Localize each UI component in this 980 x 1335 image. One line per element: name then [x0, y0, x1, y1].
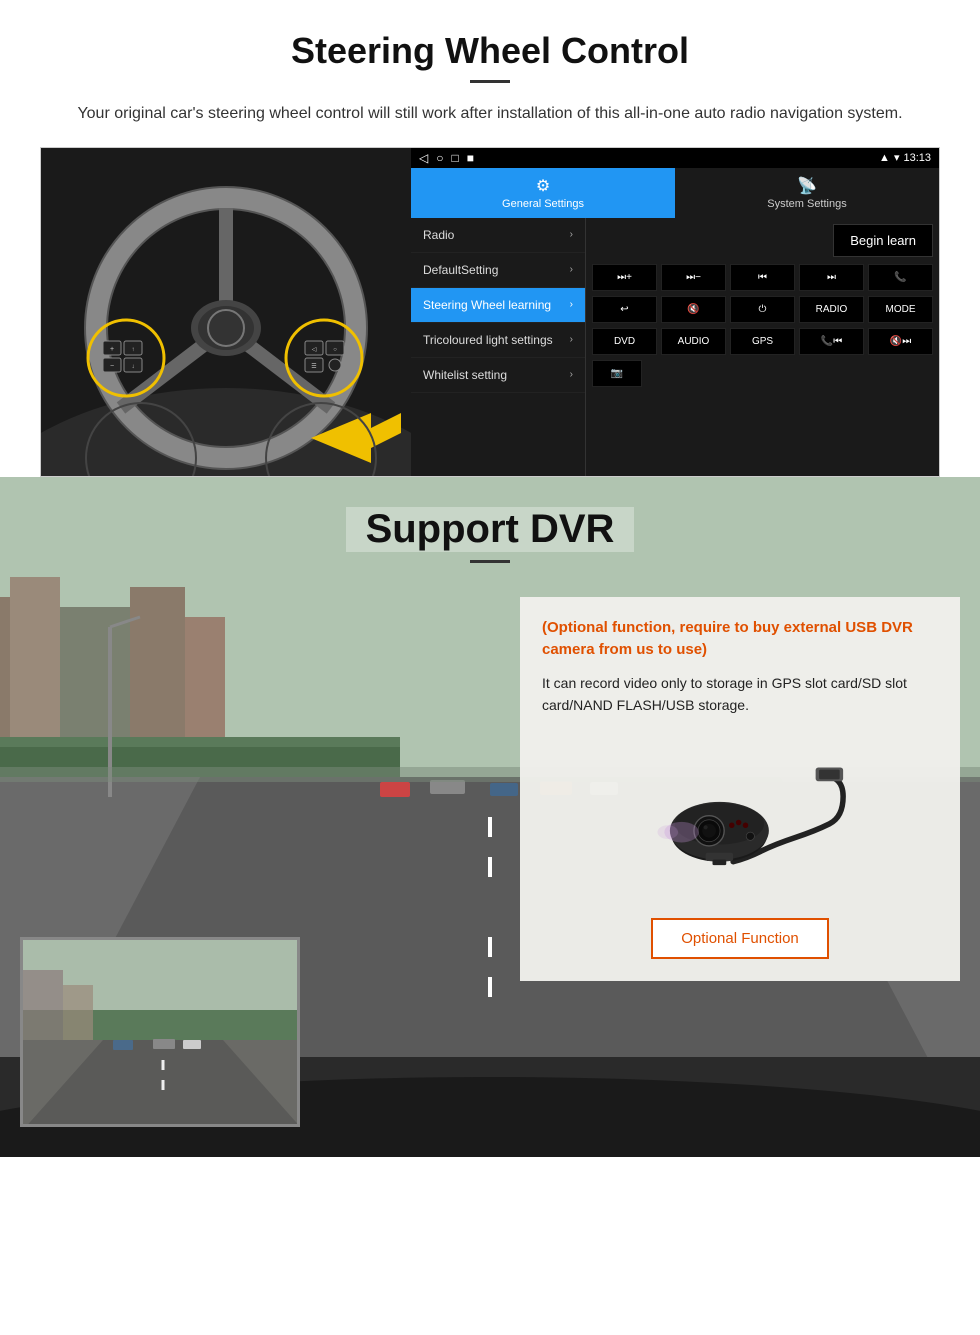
mode-btn[interactable]: MODE — [868, 296, 933, 323]
next-btn[interactable]: ⏭ — [799, 264, 864, 291]
home-icon: ○ — [436, 151, 443, 165]
dvr-title-area: Support DVR — [0, 477, 980, 573]
camera-preview — [20, 937, 300, 1127]
wifi-icon: ▾ — [894, 151, 900, 164]
nav-icons: ◁ ○ □ ■ — [419, 151, 474, 165]
menu-radio-label: Radio — [423, 228, 454, 242]
menu-item-steering-learning[interactable]: Steering Wheel learning › — [411, 288, 585, 323]
system-icon: 📡 — [797, 176, 817, 196]
phone-prev-btn[interactable]: 📞⏮ — [799, 328, 864, 355]
tab-system-label: System Settings — [767, 198, 846, 210]
control-panel: Begin learn ⏭+ ⏭− ⏮ ⏭ 📞 ↩ 🔇 ⏻ — [586, 218, 939, 476]
mute-btn[interactable]: 🔇 — [661, 296, 726, 323]
camera-preview-inner — [23, 940, 297, 1124]
dvr-section: Support DVR — [0, 477, 980, 1157]
dvr-divider — [470, 560, 510, 563]
menu-item-radio[interactable]: Radio › — [411, 218, 585, 253]
radio-btn[interactable]: RADIO — [799, 296, 864, 323]
control-row-2: ↩ 🔇 ⏻ RADIO MODE — [592, 296, 933, 323]
phone-btn[interactable]: 📞 — [868, 264, 933, 291]
android-panel: ◁ ○ □ ■ ▲ ▾ 13:13 ⚙ General Settings 📡 S… — [411, 148, 939, 476]
dvr-title: Support DVR — [346, 507, 635, 552]
menu-item-defaultsetting[interactable]: DefaultSetting › — [411, 253, 585, 288]
dvr-background: Support DVR — [0, 477, 980, 1157]
chevron-icon: › — [570, 264, 573, 275]
steering-subtitle: Your original car's steering wheel contr… — [40, 101, 940, 127]
chevron-icon: › — [570, 229, 573, 240]
svg-text:+: + — [110, 346, 114, 353]
mute-next-btn[interactable]: 🔇⏭ — [868, 328, 933, 355]
svg-text:◁: ◁ — [312, 347, 317, 353]
menu-whitelist-label: Whitelist setting — [423, 368, 507, 382]
chevron-icon: › — [570, 299, 573, 310]
settings-icon: ⚙ — [536, 176, 550, 196]
svg-text:○: ○ — [333, 347, 337, 353]
svg-text:☰: ☰ — [311, 363, 316, 370]
steering-section: Steering Wheel Control Your original car… — [0, 0, 980, 477]
chevron-icon: › — [570, 369, 573, 380]
chevron-icon: › — [570, 334, 573, 345]
signal-icon: ▲ — [879, 152, 890, 164]
menu-steering-label: Steering Wheel learning — [423, 298, 551, 312]
android-content: Radio › DefaultSetting › Steering Wheel … — [411, 218, 939, 476]
steering-wheel-photo: + − ↑ ↓ ◁ ☰ ○ — [41, 148, 411, 477]
menu-list: Radio › DefaultSetting › Steering Wheel … — [411, 218, 586, 476]
tab-general-label: General Settings — [502, 198, 584, 210]
steering-title: Steering Wheel Control — [40, 30, 940, 72]
vol-up-btn[interactable]: ⏭+ — [592, 264, 657, 291]
menu-icon: ■ — [467, 151, 474, 165]
recents-icon: □ — [451, 151, 458, 165]
control-row-1: ⏭+ ⏭− ⏮ ⏭ 📞 — [592, 264, 933, 291]
dvr-camera-image — [542, 732, 938, 902]
power-btn[interactable]: ⏻ — [730, 296, 795, 323]
tab-system-settings[interactable]: 📡 System Settings — [675, 168, 939, 218]
audio-btn[interactable]: AUDIO — [661, 328, 726, 355]
svg-text:↑: ↑ — [132, 347, 135, 353]
back-icon: ◁ — [419, 151, 428, 165]
begin-learn-button[interactable]: Begin learn — [833, 224, 933, 257]
dvr-overlay: (Optional function, require to buy exter… — [520, 597, 960, 982]
dvd-btn[interactable]: DVD — [592, 328, 657, 355]
hang-up-btn[interactable]: ↩ — [592, 296, 657, 323]
optional-function-button[interactable]: Optional Function — [651, 918, 829, 959]
menu-item-tricoloured[interactable]: Tricoloured light settings › — [411, 323, 585, 358]
dvr-description: It can record video only to storage in G… — [542, 672, 938, 717]
camera-btn[interactable]: 📷 — [592, 360, 642, 387]
prev-btn[interactable]: ⏮ — [730, 264, 795, 291]
android-tabs: ⚙ General Settings 📡 System Settings — [411, 168, 939, 218]
svg-text:↓: ↓ — [132, 364, 135, 370]
control-row-4: 📷 — [592, 360, 933, 387]
svg-text:−: − — [110, 363, 114, 370]
status-time: 13:13 — [903, 152, 931, 164]
menu-default-label: DefaultSetting — [423, 263, 498, 277]
menu-item-whitelist[interactable]: Whitelist setting › — [411, 358, 585, 393]
menu-tricoloured-label: Tricoloured light settings — [423, 333, 553, 347]
dvr-optional-text: (Optional function, require to buy exter… — [542, 617, 938, 662]
title-divider — [470, 80, 510, 83]
status-bar: ◁ ○ □ ■ ▲ ▾ 13:13 — [411, 148, 939, 168]
vol-down-btn[interactable]: ⏭− — [661, 264, 726, 291]
tab-general-settings[interactable]: ⚙ General Settings — [411, 168, 675, 218]
control-row-3: DVD AUDIO GPS 📞⏮ 🔇⏭ — [592, 328, 933, 355]
gps-btn[interactable]: GPS — [730, 328, 795, 355]
demo-area: + − ↑ ↓ ◁ ☰ ○ — [40, 147, 940, 477]
